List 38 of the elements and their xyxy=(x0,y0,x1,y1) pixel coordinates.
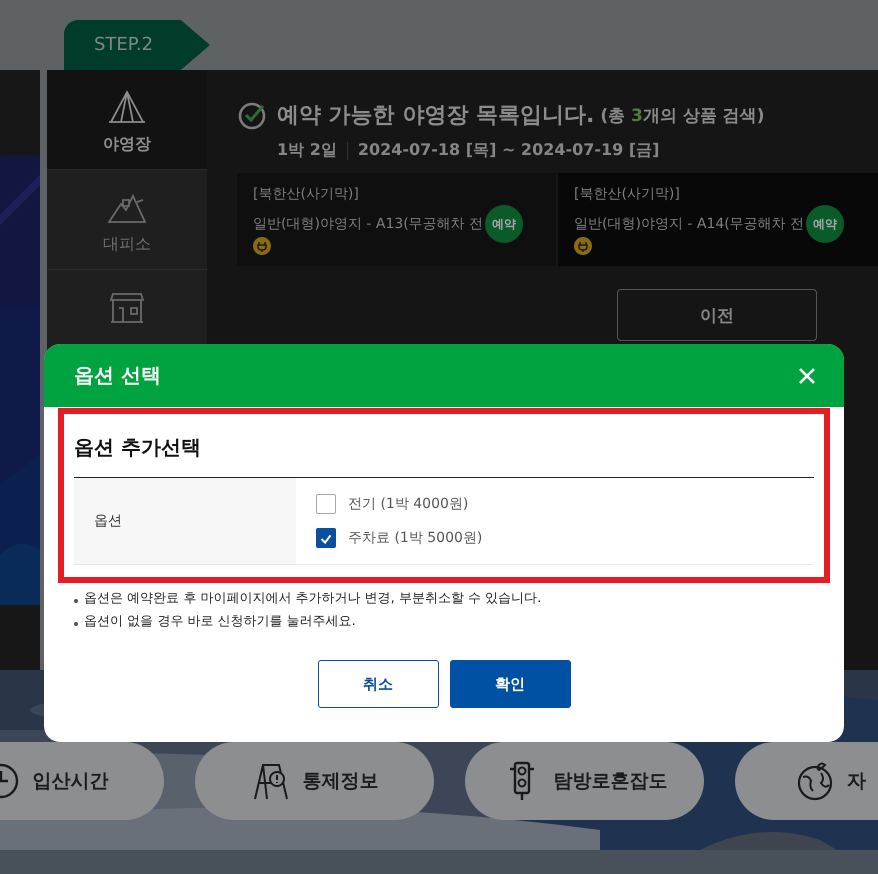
sidebar-label: 대피소 xyxy=(103,234,151,255)
check-circle-icon xyxy=(237,100,267,130)
stay-length: 1박 2일 xyxy=(277,140,337,161)
sidebar-item[interactable]: 대피소 xyxy=(47,170,207,270)
campsite-area: [북한산(사기막)] xyxy=(253,185,556,203)
confirm-button[interactable]: 확인 xyxy=(450,660,570,708)
bullet-icon xyxy=(74,622,78,626)
tent-icon xyxy=(107,90,147,126)
dialog-title: 옵션 선택 xyxy=(74,362,161,389)
shortcut-button[interactable]: 자 xyxy=(735,742,878,820)
previous-button[interactable]: 이전 xyxy=(617,289,817,341)
campsite-name: 일반(대형)야영지 - A13(무공해차 전 xyxy=(253,215,484,233)
shortcut-button[interactable]: 통제정보 xyxy=(195,742,434,820)
checkbox[interactable] xyxy=(316,528,336,548)
note-text: 옵션이 없을 경우 바로 신청하기를 눌러주세요. xyxy=(84,613,356,630)
globe-icon xyxy=(795,761,835,801)
shortcut-button[interactable]: 입산시간 xyxy=(0,742,164,820)
results-count: (총 3개의 상품 검색) xyxy=(600,104,764,126)
option-label: 전기 (1박 4000원) xyxy=(348,495,468,513)
row-label: 옵션 xyxy=(94,512,122,530)
sidebar-label: 야영장 xyxy=(103,134,151,155)
plug-icon xyxy=(574,237,592,255)
campsite-card[interactable]: [북한산(사기막)] 일반(대형)야영지 - A13(무공해차 전 예약 xyxy=(237,173,556,266)
campsite-card[interactable]: [북한산(사기막)] 일반(대형)야영지 - A14(무공해차 전 예약 xyxy=(558,173,878,266)
bullet-icon xyxy=(74,598,78,602)
plug-icon xyxy=(253,237,271,255)
reserve-badge[interactable]: 예약 xyxy=(806,205,844,243)
checkbox[interactable] xyxy=(316,494,336,514)
date-range: 2024-07-18 [목] ~ 2024-07-19 [금] xyxy=(358,140,660,161)
campsite-area: [북한산(사기막)] xyxy=(574,185,878,203)
building-icon xyxy=(107,290,147,326)
option-label: 주차료 (1박 5000원) xyxy=(348,529,482,547)
reserve-badge[interactable]: 예약 xyxy=(485,205,524,243)
results-heading: 예약 가능한 야영장 목록입니다. xyxy=(277,102,594,130)
cancel-button[interactable]: 취소 xyxy=(318,660,438,708)
campsite-name: 일반(대형)야영지 - A14(무공해차 전 xyxy=(574,215,804,233)
note-text: 옵션은 예약완료 후 마이페이지에서 추가하거나 변경, 부분취소할 수 있습니다. xyxy=(84,590,542,607)
shortcut-button[interactable]: 탐방로혼잡도 xyxy=(465,742,704,820)
